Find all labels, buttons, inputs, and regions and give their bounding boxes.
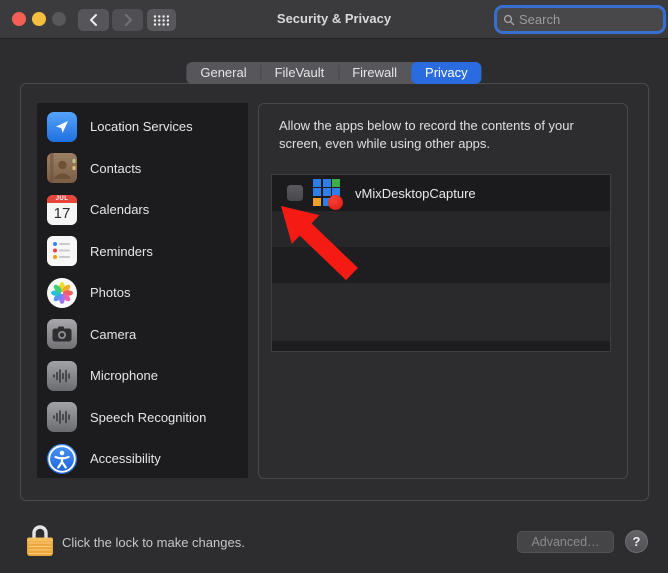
list-row [272, 211, 610, 247]
reminders-list-icon [47, 236, 77, 267]
vmix-red-dot [328, 194, 343, 210]
sidebar-item-label: Reminders [90, 243, 153, 259]
minimize-window-button[interactable] [32, 12, 46, 26]
sidebar-item-label: Accessibility [90, 451, 161, 467]
screen-recording-panel: Allow the apps below to record the conte… [258, 103, 628, 479]
chevron-right-icon [124, 14, 132, 26]
back-button[interactable] [78, 9, 109, 31]
search-field[interactable] [497, 8, 663, 31]
privacy-category-sidebar: Location Services Contacts JUL 17 Calend… [37, 103, 248, 478]
calendar-icon: JUL 17 [47, 194, 77, 225]
show-all-preferences-button[interactable] [147, 9, 176, 31]
app-name-label: vMixDesktopCapture [355, 185, 476, 201]
zoom-window-button-disabled [52, 12, 66, 26]
sidebar-item-calendars[interactable]: JUL 17 Calendars [37, 189, 248, 231]
list-row [272, 247, 610, 283]
vmix-app-icon [311, 177, 344, 210]
list-row [272, 341, 610, 351]
sidebar-item-label: Calendars [90, 202, 150, 218]
sidebar-item-microphone[interactable]: Microphone [37, 355, 248, 397]
tab-general[interactable]: General [186, 62, 260, 84]
sidebar-item-reminders[interactable]: Reminders [37, 231, 248, 273]
calendar-month-label: JUL [47, 194, 77, 203]
sidebar-item-label: Contacts [90, 160, 142, 176]
tab-filevault[interactable]: FileVault [260, 62, 339, 84]
search-input[interactable] [515, 12, 663, 27]
sidebar-item-label: Microphone [90, 368, 158, 384]
tab-firewall[interactable]: Firewall [338, 62, 411, 84]
lock-message: Click the lock to make changes. [62, 535, 245, 550]
photos-flower-icon [47, 277, 77, 308]
sidebar-item-label: Location Services [90, 119, 193, 135]
chevron-left-icon [89, 14, 97, 26]
sidebar-item-label: Speech Recognition [90, 409, 207, 425]
sidebar-item-location-services[interactable]: Location Services [37, 106, 248, 148]
location-arrow-icon [47, 111, 77, 142]
title-bar: Security & Privacy [0, 0, 668, 39]
waveform-icon [47, 402, 77, 433]
tab-bar: General FileVault Firewall Privacy [186, 62, 482, 84]
allow-app-checkbox-unchecked[interactable] [287, 185, 303, 201]
panel-description: Allow the apps below to record the conte… [279, 118, 574, 152]
accessibility-figure-icon [47, 443, 77, 474]
lock-closed-icon[interactable] [26, 522, 54, 558]
list-row [272, 283, 610, 341]
waveform-icon [47, 360, 77, 391]
forward-button-disabled [112, 9, 143, 31]
camera-icon [47, 319, 77, 350]
app-row-vmixdesktopcapture[interactable]: vMixDesktopCapture [272, 175, 610, 211]
help-button[interactable]: ? [625, 530, 648, 553]
sidebar-item-label: Photos [90, 285, 131, 301]
sidebar-item-camera[interactable]: Camera [37, 314, 248, 356]
grid-icon [153, 14, 170, 26]
sidebar-item-contacts[interactable]: Contacts [37, 148, 248, 190]
sidebar-item-speech-recognition[interactable]: Speech Recognition [37, 397, 248, 439]
search-icon [503, 14, 515, 25]
sidebar-item-accessibility[interactable]: Accessibility [37, 438, 248, 478]
sidebar-item-label: Camera [90, 326, 137, 342]
allowed-apps-list: vMixDesktopCapture [271, 174, 611, 352]
close-window-button[interactable] [12, 12, 26, 26]
sidebar-item-photos[interactable]: Photos [37, 272, 248, 314]
contacts-book-icon [47, 153, 77, 184]
advanced-button-disabled: Advanced… [517, 531, 614, 553]
calendar-day-label: 17 [53, 204, 71, 222]
tab-privacy[interactable]: Privacy [411, 62, 482, 84]
